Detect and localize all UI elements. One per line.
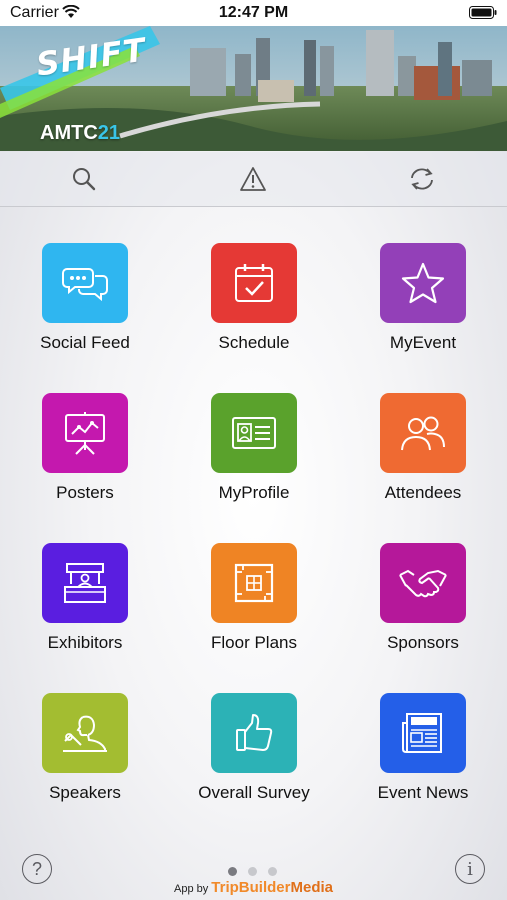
credit-brand-b: Media bbox=[290, 879, 333, 896]
handshake-icon bbox=[399, 569, 447, 598]
tile-posters[interactable]: Posters bbox=[0, 393, 170, 533]
page-dot[interactable] bbox=[268, 867, 277, 876]
tile-label: MyProfile bbox=[218, 483, 290, 502]
star-icon bbox=[401, 262, 445, 304]
tile-myevent[interactable]: MyEvent bbox=[338, 243, 507, 383]
alerts-button[interactable] bbox=[238, 164, 268, 194]
event-name-suffix: 21 bbox=[97, 122, 121, 144]
tile-label: Overall Survey bbox=[198, 783, 310, 802]
search-icon bbox=[73, 168, 96, 191]
page-dot[interactable] bbox=[248, 867, 257, 876]
tile-myprofile[interactable]: MyProfile bbox=[169, 393, 339, 533]
tile-schedule[interactable]: Schedule bbox=[169, 243, 339, 383]
tile-social-feed[interactable]: Social Feed bbox=[0, 243, 170, 383]
tile-label: Sponsors bbox=[387, 633, 459, 652]
search-button[interactable] bbox=[69, 164, 99, 194]
tile-icon-box bbox=[42, 693, 128, 773]
tile-icon-box bbox=[380, 693, 466, 773]
warning-icon bbox=[240, 167, 266, 191]
thumbs-up-icon bbox=[236, 714, 273, 751]
tile-attendees[interactable]: Attendees bbox=[338, 393, 507, 533]
presentation-board-icon bbox=[65, 412, 105, 455]
tile-icon-box bbox=[211, 243, 297, 323]
tile-icon-box bbox=[42, 243, 128, 323]
tile-speakers[interactable]: Speakers bbox=[0, 693, 170, 833]
status-bar: Carrier 12:47 PM bbox=[0, 0, 507, 26]
chat-bubbles-icon bbox=[62, 268, 108, 302]
event-name-prefix: AMTC bbox=[40, 122, 98, 144]
credit-prefix: App by bbox=[173, 883, 209, 895]
page-indicator[interactable] bbox=[228, 867, 277, 876]
floor-plan-icon bbox=[234, 563, 274, 603]
tile-floor-plans[interactable]: Floor Plans bbox=[169, 543, 339, 683]
tile-sponsors[interactable]: Sponsors bbox=[338, 543, 507, 683]
exhibit-booth-icon bbox=[64, 563, 106, 603]
tile-icon-box bbox=[380, 543, 466, 623]
developer-credit: App by TripBuilderMedia bbox=[0, 879, 507, 896]
id-card-icon bbox=[232, 417, 276, 449]
tile-label: Exhibitors bbox=[47, 633, 123, 652]
tile-label: Social Feed bbox=[40, 333, 130, 352]
tile-label: Schedule bbox=[218, 333, 290, 352]
tile-icon-box bbox=[380, 243, 466, 323]
event-name: AMTC21 bbox=[40, 122, 120, 145]
tile-exhibitors[interactable]: Exhibitors bbox=[0, 543, 170, 683]
tile-icon-box bbox=[380, 393, 466, 473]
speaker-icon bbox=[63, 715, 107, 752]
tile-icon-box bbox=[211, 393, 297, 473]
credit-brand-a: TripBuilder bbox=[211, 879, 291, 896]
tile-label: MyEvent bbox=[389, 333, 457, 352]
refresh-button[interactable] bbox=[407, 164, 437, 194]
toolbar bbox=[0, 152, 507, 207]
page-dot[interactable] bbox=[228, 867, 237, 876]
clock: 12:47 PM bbox=[218, 4, 289, 21]
tile-icon-box bbox=[211, 543, 297, 623]
tile-overall-survey[interactable]: Overall Survey bbox=[169, 693, 339, 833]
refresh-icon bbox=[411, 168, 433, 190]
tile-label: Event News bbox=[377, 783, 469, 802]
event-banner: SHIFT AMTC21 bbox=[0, 26, 507, 151]
calendar-check-icon bbox=[235, 264, 273, 302]
info-icon: i bbox=[467, 858, 473, 880]
battery-icon bbox=[469, 6, 497, 24]
people-icon bbox=[401, 416, 445, 451]
tile-label: Speakers bbox=[49, 783, 121, 802]
tile-icon-box bbox=[211, 693, 297, 773]
tile-event-news[interactable]: Event News bbox=[338, 693, 507, 833]
tile-label: Attendees bbox=[384, 483, 462, 502]
newspaper-icon bbox=[402, 713, 442, 753]
help-icon: ? bbox=[31, 858, 42, 879]
tile-icon-box bbox=[42, 393, 128, 473]
tile-label: Floor Plans bbox=[211, 633, 297, 652]
tile-label: Posters bbox=[56, 483, 114, 502]
tile-icon-box bbox=[42, 543, 128, 623]
